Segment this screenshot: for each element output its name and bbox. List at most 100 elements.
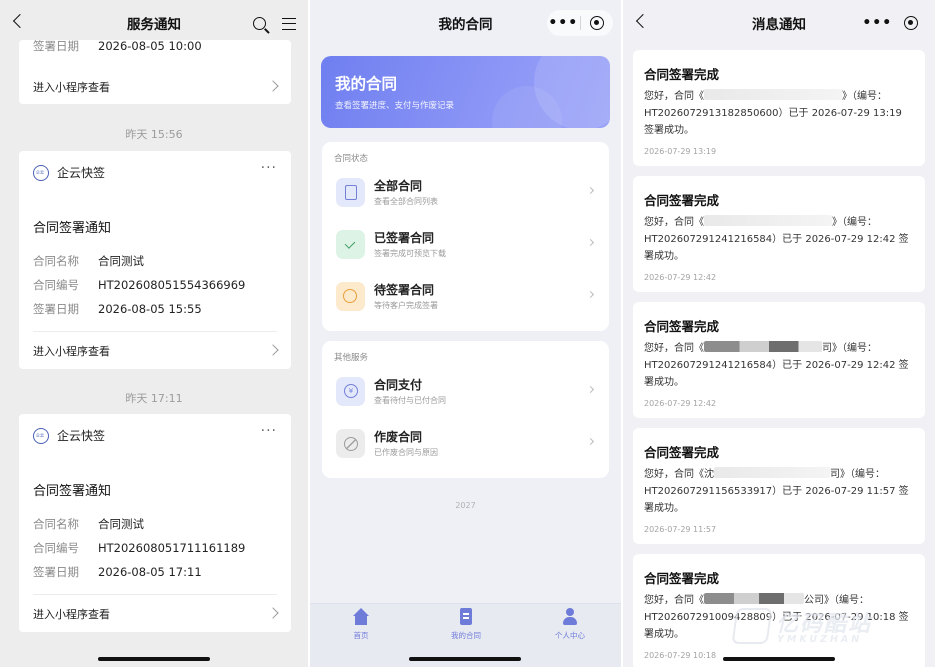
message-title: 合同签署完成 (644, 67, 720, 82)
chevron-right-icon (586, 290, 595, 299)
open-miniprogram-link[interactable]: 进入小程序查看 (33, 603, 279, 625)
field-label: 合同名称 (33, 254, 79, 268)
field-value: HT202608051554366969 (98, 278, 246, 292)
search-icon[interactable] (253, 17, 266, 30)
menu-item-signed-contracts[interactable]: 已签署合同 签署完成可预览下载 (336, 226, 597, 266)
redacted-name (704, 593, 804, 604)
miniprogram-capsule: ••• (547, 10, 613, 36)
message-body: 您好，合同《沈 司》（编号： HT202607291156533917）已于 20… (644, 466, 913, 517)
home-indicator[interactable] (98, 657, 210, 661)
more-icon[interactable]: ••• (547, 10, 580, 36)
field-row: 合同名称 合同测试 (33, 249, 245, 273)
menu-item-desc: 查看待付与已付合同 (374, 396, 446, 405)
message-card[interactable]: 合同签署完成 您好，合同《 》（编号： HT2026072913182850600… (633, 50, 925, 166)
tab-label: 个人中心 (555, 631, 585, 640)
contract-status-section: 合同状态 全部合同 查看全部合同列表 已签署合同 签署完成可预览下载 待签署合同… (322, 142, 609, 331)
message-prefix: 您好，合同《沈 (644, 469, 714, 480)
message-title: 合同签署完成 (644, 319, 720, 334)
more-icon[interactable]: ··· (261, 423, 277, 439)
menu-item-desc: 查看全部合同列表 (374, 197, 438, 206)
notice-card: 企云快签 ··· 合同签署通知 合同名称 合同测试 合同编号 HT202608051… (19, 414, 291, 632)
redacted-name (704, 341, 822, 352)
watermark-sub: YMKUZHAN (777, 634, 863, 645)
home-indicator[interactable] (409, 657, 521, 661)
more-icon[interactable]: ••• (861, 10, 894, 36)
field-label: 合同编号 (33, 278, 79, 292)
menu-item-void-contracts[interactable]: 作废合同 已作废合同与原因 (336, 425, 597, 465)
notice-title: 合同签署通知 (33, 221, 112, 236)
void-icon (336, 429, 365, 458)
message-card[interactable]: 合同签署完成 您好，合同《 》（编号： HT202607291241216584）… (633, 176, 925, 292)
menu-item-contract-payment[interactable]: 合同支付 查看待付与已付合同 (336, 373, 597, 413)
message-suffix: 司》（编号： (830, 469, 885, 480)
section-title: 合同状态 (334, 154, 369, 164)
page-title: 服务通知 (127, 17, 181, 33)
hero-title: 我的合同 (335, 75, 398, 93)
hero-subtitle: 查看签署进度、支付与作废记录 (335, 101, 455, 111)
field-value: 合同测试 (98, 254, 144, 268)
chevron-right-icon (267, 344, 279, 356)
notice-fields: 合同名称 合同测试 合同编号 HT202608051554366969 签署日期 20… (33, 249, 245, 321)
field-row: 签署日期 2026-08-05 10:00 (33, 40, 202, 58)
sender: 企云快签 (33, 427, 105, 444)
footer-year: 2027 (455, 501, 476, 510)
message-time: 2026-07-29 12:42 (644, 273, 717, 282)
other-services-section: 其他服务 合同支付 查看待付与已付合同 作废合同 已作废合同与原因 (322, 341, 609, 478)
message-prefix: 您好，合同《 (644, 91, 704, 102)
message-prefix: 您好，合同《 (644, 343, 704, 354)
field-value: 合同测试 (98, 517, 144, 531)
home-icon (352, 608, 370, 626)
message-title: 合同签署完成 (644, 445, 720, 460)
message-time: 2026-07-29 13:19 (644, 147, 717, 156)
menu-icon[interactable] (282, 18, 296, 30)
divider (33, 594, 277, 595)
link-label: 进入小程序查看 (33, 81, 110, 94)
message-time: 2026-07-29 11:57 (644, 525, 717, 534)
chevron-right-icon (586, 437, 595, 446)
menu-item-label: 待签署合同 (374, 283, 435, 297)
chevron-right-icon (586, 385, 595, 394)
contract-code: HT2026072913182850600 (644, 108, 779, 119)
close-miniprogram-button[interactable] (895, 16, 928, 30)
more-icon[interactable]: ··· (261, 160, 277, 176)
message-body: 您好，合同《 》（编号： HT2026072913182850600）已于 202… (644, 88, 913, 139)
redacted-name (714, 467, 830, 478)
field-value: HT202608051711161189 (98, 541, 246, 555)
clock-icon (336, 282, 365, 311)
back-icon[interactable] (10, 12, 28, 32)
message-suffix: 》（编号： (832, 217, 877, 228)
sender-name: 企云快签 (57, 166, 106, 180)
contract-icon (457, 608, 475, 626)
navbar: 我的合同 ••• (310, 0, 621, 46)
chevron-right-icon (267, 80, 279, 92)
menu-item-pending-contracts[interactable]: 待签署合同 等待客户完成签署 (336, 278, 597, 318)
message-notice-panel: 消息通知 ••• 合同签署完成 您好，合同《 》（编号： HT2026072913… (623, 0, 935, 667)
tab-label: 首页 (353, 631, 369, 640)
page-title: 消息通知 (752, 17, 806, 33)
back-icon[interactable] (633, 12, 651, 32)
field-value: 2026-08-05 10:00 (98, 40, 202, 53)
message-time: 2026-07-29 10:18 (644, 651, 717, 660)
open-miniprogram-link[interactable]: 进入小程序查看 (33, 340, 279, 362)
tab-home[interactable]: 首页 (321, 608, 401, 641)
field-row: 合同编号 HT202608051554366969 (33, 273, 245, 297)
message-card[interactable]: 合同签署完成 您好，合同《 司》（编号： HT202607291241216584… (633, 302, 925, 418)
tab-my-contracts[interactable]: 我的合同 (426, 608, 506, 641)
message-suffix: 》（编号： (842, 91, 887, 102)
tab-profile[interactable]: 个人中心 (530, 608, 610, 641)
close-miniprogram-button[interactable] (581, 16, 614, 30)
document-icon (336, 178, 365, 207)
message-body: 您好，合同《 司》（编号： HT202607291241216584）已于 202… (644, 340, 913, 391)
field-value: 2026-08-05 17:11 (98, 565, 202, 579)
notice-time: 昨天 15:56 (125, 128, 183, 141)
message-card[interactable]: 合同签署完成 您好，合同《沈 司》（编号： HT20260729115653391… (633, 428, 925, 544)
home-indicator[interactable] (723, 657, 835, 661)
check-icon (336, 230, 365, 259)
menu-item-label: 合同支付 (374, 378, 423, 392)
link-label: 进入小程序查看 (33, 345, 110, 358)
field-label: 合同编号 (33, 541, 79, 555)
menu-item-all-contracts[interactable]: 全部合同 查看全部合同列表 (336, 174, 597, 214)
open-miniprogram-link[interactable]: 进入小程序查看 (33, 76, 279, 98)
redacted-name (704, 215, 832, 226)
service-notice-panel: 服务通知 签署日期 2026-08-05 10:00 进入小程序查看 昨天 15… (0, 0, 308, 667)
